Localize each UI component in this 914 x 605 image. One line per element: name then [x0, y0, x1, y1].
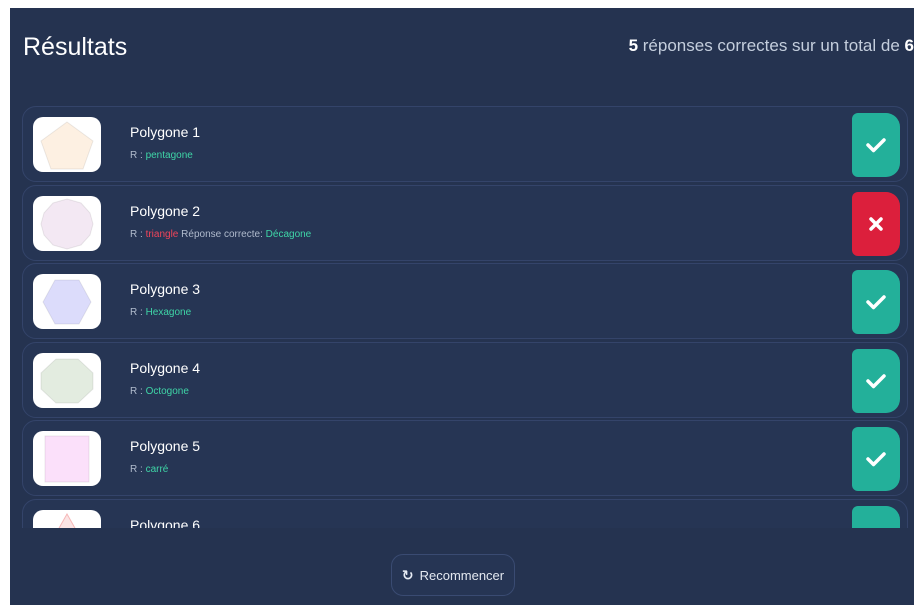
pentagon-icon [40, 121, 94, 170]
result-card: Polygone 1 R : pentagone [22, 106, 908, 182]
polygon-title: Polygone 1 [130, 124, 201, 140]
user-answer: triangle [145, 228, 179, 240]
wrong-badge [852, 191, 900, 256]
result-card: Polygone 3 R : Hexagone [22, 263, 908, 339]
score-text: réponses correctes sur un total de [642, 36, 900, 55]
correct-badge [852, 505, 900, 528]
close-icon [868, 216, 884, 232]
result-list[interactable]: Polygone 1 R : pentagone Polygone 2 R : tri… [22, 106, 910, 528]
polygon-thumbnail [33, 195, 101, 251]
user-answer: pentagone [145, 150, 193, 161]
user-answer: Hexagone [145, 307, 192, 318]
correct-answer: Décagone [265, 228, 312, 240]
user-answer: Octogone [145, 385, 189, 397]
decagon-icon [40, 197, 94, 250]
check-icon [866, 373, 886, 389]
answer-prefix: R : [130, 385, 143, 397]
octagon-icon [40, 358, 94, 403]
answer-line: R : pentagone [130, 149, 193, 163]
answer-line: R : triangle Réponse correcte: Décagone [130, 228, 311, 242]
hexagon-icon [42, 279, 92, 325]
result-card: Polygone 4 R : Octogone [22, 341, 908, 418]
restart-button-label: Recommencer [419, 567, 505, 583]
correct-badge [852, 348, 900, 413]
polygon-title: Polygone 6 [130, 516, 201, 529]
answer-line: R : Octogone [130, 385, 189, 399]
score-correct-count: 5 [628, 36, 639, 55]
page-title: Résultats [23, 33, 128, 61]
answer-prefix: R : [130, 307, 143, 318]
answer-prefix: R : [130, 150, 143, 161]
triangle-icon [58, 512, 76, 528]
results-panel: Résultats 5 réponses correctes sur un to… [10, 8, 914, 605]
restart-button[interactable]: ↻ Recommencer [391, 554, 515, 596]
polygon-title: Polygone 5 [130, 438, 201, 454]
check-icon [866, 137, 886, 153]
correct-answer-label: Réponse correcte: [181, 228, 263, 240]
answer-prefix: R : [130, 464, 143, 475]
refresh-icon: ↻ [401, 566, 414, 583]
correct-badge [852, 113, 900, 177]
result-card: Polygone 6 [22, 498, 908, 529]
user-answer: carré [145, 464, 169, 475]
polygon-title: Polygone 3 [130, 281, 201, 297]
check-icon [866, 451, 886, 467]
answer-line: R : Hexagone [130, 306, 191, 320]
polygon-thumbnail [33, 117, 101, 172]
square-icon [44, 435, 90, 483]
polygon-thumbnail [33, 509, 101, 528]
correct-badge [852, 270, 900, 334]
polygon-thumbnail [33, 274, 101, 329]
score-total-count: 6 [904, 36, 914, 55]
correct-badge [852, 427, 900, 491]
polygon-thumbnail [33, 431, 101, 486]
polygon-title: Polygone 2 [130, 202, 201, 219]
result-card: Polygone 2 R : triangle Réponse correcte:… [22, 184, 908, 261]
polygon-thumbnail [33, 352, 101, 408]
check-icon [866, 294, 886, 310]
polygon-title: Polygone 4 [130, 359, 201, 376]
answer-prefix: R : [130, 228, 143, 240]
answer-line: R : carré [130, 463, 168, 477]
score-summary: 5 réponses correctes sur un total de 6 [629, 35, 914, 57]
result-card: Polygone 5 R : carré [22, 420, 908, 496]
